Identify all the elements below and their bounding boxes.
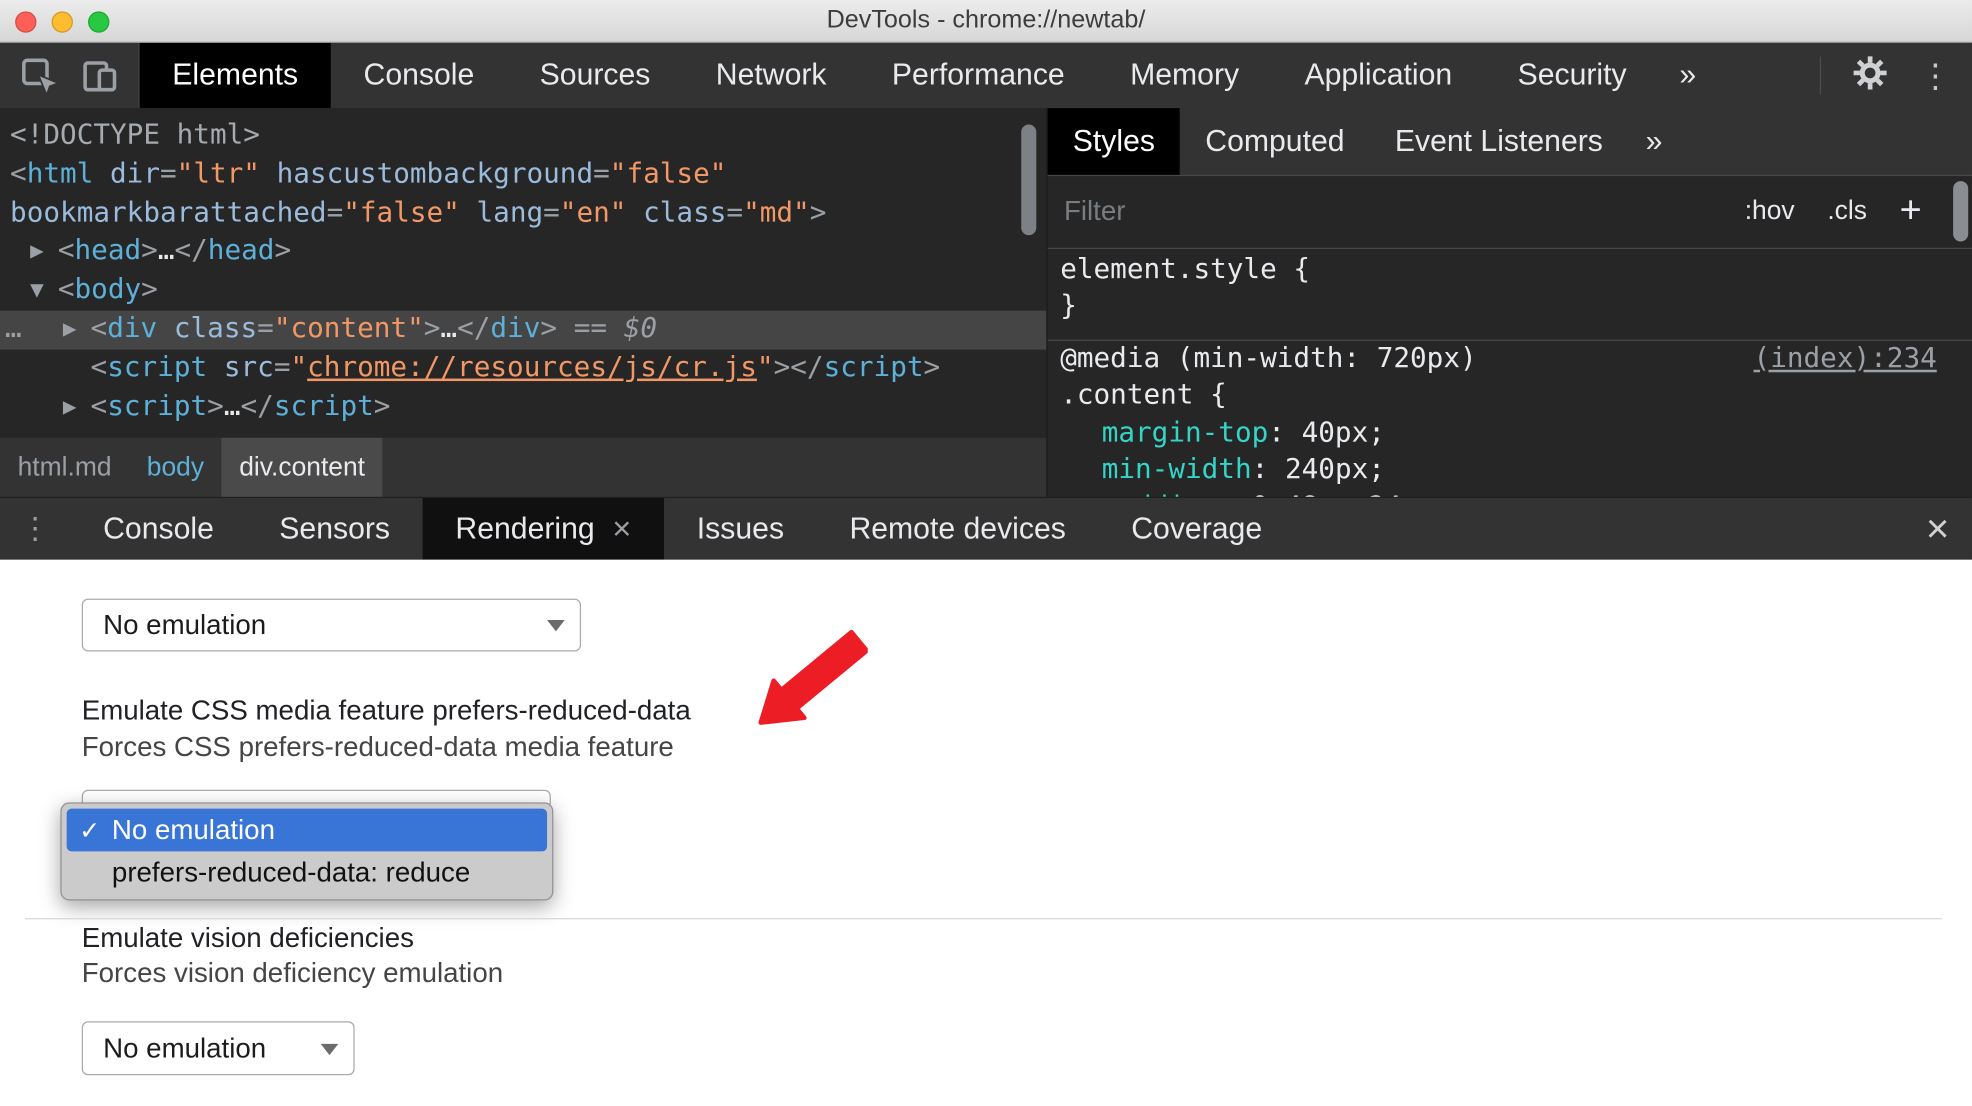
- drawer-tab-label: Rendering: [455, 511, 595, 546]
- expand-arrow-icon[interactable]: ▶: [63, 311, 77, 350]
- styles-panel: StylesComputedEvent Listeners » :hov .cl…: [1047, 108, 1972, 497]
- styles-tab-styles[interactable]: Styles: [1047, 108, 1181, 175]
- css-rule-line[interactable]: @media (min-width: 720px) (index):234: [1048, 341, 1972, 378]
- dom-tree-row[interactable]: … ▶ <div class="content">…</div> == $0: [0, 310, 1047, 350]
- dropdown-option-prefers-reduced-data:-reduce[interactable]: prefers-reduced-data: reduce: [67, 851, 547, 894]
- css-rule-line[interactable]: }: [1048, 288, 1972, 325]
- select-dropdown-menu: ✓ No emulation prefers-reduced-data: reduc…: [60, 802, 554, 901]
- option-label: prefers-reduced-data: reduce: [111, 856, 471, 888]
- vision-subtitle: Forces vision deficiency emulation: [81, 957, 504, 989]
- reduced-data-title: Emulate CSS media feature prefers-reduce…: [81, 694, 691, 726]
- tab-elements[interactable]: Elements: [139, 42, 331, 109]
- styles-filter-input[interactable]: [1047, 194, 1745, 230]
- css-rule-line[interactable]: element.style {: [1048, 251, 1972, 288]
- drawer-tab-sensors[interactable]: Sensors: [247, 498, 423, 560]
- drawer-tab-label: Remote devices: [849, 511, 1066, 546]
- drawer-close-icon[interactable]: ×: [1926, 498, 1972, 560]
- styles-tabs: Styles Computed Event Listeners »: [1047, 108, 1972, 177]
- dropdown-option-no-emulation[interactable]: ✓ No emulation: [66, 808, 548, 852]
- breadcrumb: html.md body div.content: [0, 437, 1047, 497]
- expand-arrow-icon[interactable]: ▼: [30, 272, 44, 311]
- drawer-tabs: Console Sensors Rendering × Issues Remote dev…: [70, 498, 1294, 560]
- rendering-panel: No emulation Emulate CSS media feature p…: [0, 559, 1972, 1106]
- drawer-tab-label: Issues: [696, 511, 785, 546]
- titlebar: DevTools - chrome://newtab/: [0, 0, 1972, 43]
- drawer-tab-remote-devices[interactable]: Remote devices: [817, 498, 1099, 560]
- tab-security[interactable]: Security: [1485, 43, 1659, 108]
- drawer-tab-rendering[interactable]: Rendering ×: [422, 498, 665, 560]
- styles-more-tabs-button[interactable]: »: [1646, 108, 1663, 175]
- expand-arrow-icon[interactable]: ▶: [30, 233, 44, 272]
- window-title: DevTools - chrome://newtab/: [826, 6, 1146, 34]
- drawer-tab-label: Sensors: [279, 511, 391, 546]
- drawer-toolbar: ⋮ Console Sensors Rendering × Issues Remote d…: [0, 496, 1972, 560]
- breadcrumb-html.md[interactable]: html.md: [0, 438, 129, 497]
- toggle-element-state-button[interactable]: :hov: [1745, 197, 1795, 227]
- new-style-rule-button[interactable]: +: [1900, 190, 1922, 233]
- more-tabs-button[interactable]: »: [1679, 43, 1696, 108]
- dom-tree-row[interactable]: <html dir="ltr" hascustombackground="fal…: [0, 156, 1046, 195]
- vision-title: Emulate vision deficiencies: [81, 921, 414, 954]
- checkmark-icon: ✓: [79, 816, 101, 845]
- chevron-down-icon: [320, 1043, 339, 1055]
- drawer-tab-label: Console: [103, 511, 214, 546]
- select-value: No emulation: [103, 1031, 267, 1064]
- breadcrumb-body[interactable]: body: [129, 438, 221, 497]
- styles-tab-computed[interactable]: Computed: [1180, 108, 1370, 175]
- drawer-tab-issues[interactable]: Issues: [664, 498, 817, 560]
- dom-tree-row[interactable]: ▶ <head>…</head>: [0, 233, 1046, 272]
- stylesheet-source-link[interactable]: (index):234: [1754, 341, 1937, 378]
- toolbar-icons: [0, 42, 140, 109]
- tab-sources[interactable]: Sources: [507, 43, 683, 108]
- drawer-menu-kebab-icon[interactable]: ⋮: [0, 498, 70, 560]
- toolbar-right: ⋮: [1819, 43, 1972, 108]
- chevron-down-icon: [547, 620, 565, 632]
- reduced-data-subtitle: Forces CSS prefers-reduced-data media fe…: [81, 730, 674, 763]
- vision-deficiency-select[interactable]: No emulation: [81, 1021, 355, 1076]
- expand-arrow-icon[interactable]: ▶: [63, 388, 77, 427]
- tab-memory[interactable]: Memory: [1097, 43, 1271, 108]
- dom-tree-row[interactable]: ▼ <body>: [0, 272, 1046, 311]
- tab-application[interactable]: Application: [1272, 43, 1485, 108]
- tab-performance[interactable]: Performance: [859, 43, 1097, 108]
- dom-tree-row[interactable]: <!DOCTYPE html>: [0, 117, 1046, 156]
- inspect-cursor-icon[interactable]: [18, 54, 61, 97]
- dom-tree-row[interactable]: bookmarkbarattached="false" lang="en" cl…: [0, 194, 1046, 233]
- css-rule-line[interactable]: .content {: [1048, 378, 1972, 415]
- devtools-window: DevTools - chrome://newtab/ Elements Cons…: [0, 0, 1972, 1106]
- dom-tree-row[interactable]: <script src="chrome://resources/js/cr.js…: [0, 349, 1046, 388]
- main-panels: <!DOCTYPE html> <html dir="ltr" hascustom…: [0, 108, 1972, 497]
- section-divider: [25, 918, 1942, 920]
- dom-tree: <!DOCTYPE html> <html dir="ltr" hascustom…: [0, 108, 1047, 438]
- overflow-menu-icon[interactable]: …: [5, 311, 22, 350]
- dom-tree-row[interactable]: ▶ <script>…</script>: [0, 388, 1046, 427]
- main-menu-kebab-icon[interactable]: ⋮: [1919, 43, 1952, 108]
- elements-panel: <!DOCTYPE html> <html dir="ltr" hascustom…: [0, 108, 1047, 497]
- css-rule-line[interactable]: margin-top: 40px;: [1048, 415, 1972, 452]
- annotation-arrow-icon: [758, 629, 868, 725]
- select-value: No emulation: [103, 608, 267, 641]
- paint-emulation-select[interactable]: No emulation: [81, 598, 582, 652]
- tab-close-icon[interactable]: ×: [612, 509, 631, 548]
- drawer-tab-console[interactable]: Console: [70, 498, 246, 560]
- styles-filter-row: :hov .cls +: [1047, 176, 1972, 249]
- breadcrumb-div.content[interactable]: div.content: [221, 437, 383, 497]
- rule-separator: [1047, 325, 1972, 341]
- css-rule-line[interactable]: padding: 0 48px 24: [1048, 489, 1972, 496]
- option-label: No emulation: [111, 813, 275, 846]
- main-toolbar: Elements Console Sources Network Performance…: [0, 42, 1972, 109]
- element-classes-button[interactable]: .cls: [1827, 197, 1867, 227]
- styles-tab-event-listeners[interactable]: Event Listeners: [1370, 108, 1628, 175]
- panel-tabs: Elements Console Sources Network Performance…: [139, 42, 1660, 109]
- drawer-tab-label: Coverage: [1131, 511, 1263, 546]
- toolbar-separator: [1819, 56, 1822, 95]
- tab-console[interactable]: Console: [331, 43, 507, 108]
- styles-rules: element.style {} @media (min-width: 720px…: [1047, 249, 1972, 497]
- tab-network[interactable]: Network: [683, 43, 859, 108]
- settings-gear-icon[interactable]: [1851, 53, 1889, 97]
- styles-scrollbar[interactable]: [1953, 181, 1969, 242]
- css-rule-line[interactable]: min-width: 240px;: [1048, 452, 1972, 489]
- drawer-tab-coverage[interactable]: Coverage: [1099, 498, 1295, 560]
- device-toolbar-icon[interactable]: [78, 54, 121, 97]
